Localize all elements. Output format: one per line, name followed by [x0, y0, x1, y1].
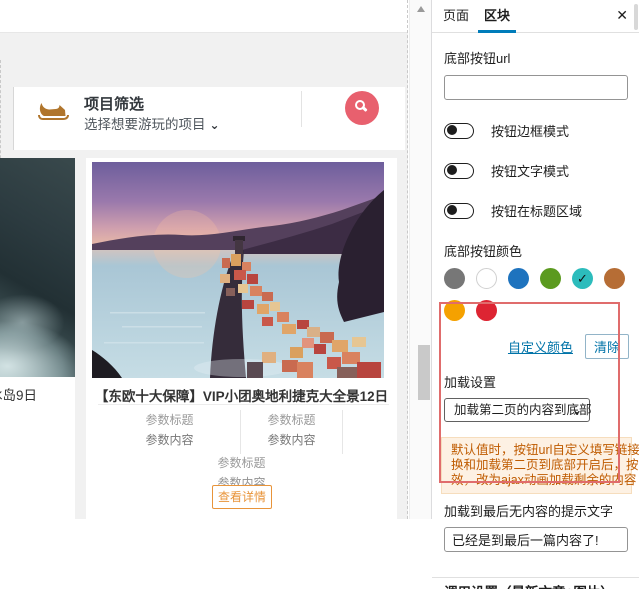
color-swatch-blue[interactable]: [508, 268, 529, 289]
load-settings-label: 加载设置: [444, 375, 497, 390]
toggle-row-title-area: 按钮在标题区域: [444, 201, 627, 220]
divider: [98, 404, 389, 405]
tour-photo-vernazza: [92, 162, 384, 378]
color-swatch-gray[interactable]: [444, 268, 465, 289]
no-more-content-input[interactable]: [444, 527, 628, 552]
color-swatch-orange[interactable]: [444, 300, 465, 321]
filter-title: 项目筛选: [84, 96, 145, 113]
canvas-right-boundary: [407, 0, 408, 519]
previous-block-area: [0, 0, 408, 33]
selected-check-icon: ✓: [577, 271, 588, 286]
sidebar-tabs: 页面 区块 ✕: [432, 0, 639, 33]
select-chevron-icon: ⌄: [571, 403, 582, 417]
color-swatch-green[interactable]: [540, 268, 561, 289]
text-mode-toggle[interactable]: [444, 162, 474, 179]
editor-canvas: 项目筛选 选择想要游玩的项目⌄ 冰岛9日: [0, 0, 408, 519]
next-section-header-clipped[interactable]: 调用设置（最新文章+图片）: [444, 581, 627, 589]
sled-icon: [38, 103, 69, 120]
param-cell: 参数标题 参数内容: [241, 410, 343, 454]
chevron-down-icon: ⌄: [209, 118, 220, 132]
sidebar-scrollbar-thumb[interactable]: [634, 4, 638, 30]
canvas-scrollbar[interactable]: [409, 0, 431, 519]
settings-sidebar: 页面 区块 ✕ 底部按钮url 按钮边框模式 按钮文字模式 按钮在标题区域 底部…: [431, 0, 639, 589]
color-swatches: ✓: [444, 268, 639, 332]
color-swatch-teal-selected[interactable]: ✓: [572, 268, 593, 289]
clear-color-button[interactable]: 清除: [584, 334, 629, 359]
color-swatch-red[interactable]: [476, 300, 497, 321]
param-grid: 参数标题 参数内容 参数标题 参数内容: [99, 410, 343, 454]
border-mode-toggle[interactable]: [444, 122, 474, 139]
toggle-row-text-mode: 按钮文字模式: [444, 161, 627, 180]
filter-subtitle[interactable]: 选择想要游玩的项目 ⌄: [84, 113, 220, 133]
bottom-button-url-input[interactable]: [444, 75, 628, 100]
tour-card-caption: 冰岛9日: [0, 388, 38, 403]
button-color-label: 底部按钮颜色: [444, 244, 523, 259]
tour-title: 【东欧十大保障】VIP小团奥地利捷克大全景12日: [94, 389, 389, 404]
bottom-button-url-label: 底部按钮url: [444, 51, 511, 66]
view-details-button[interactable]: 查看详情: [212, 485, 272, 509]
close-icon[interactable]: ✕: [616, 7, 628, 24]
no-more-content-label: 加载到最后无内容的提示文字: [444, 504, 614, 519]
toggle-row-border-mode: 按钮边框模式: [444, 121, 627, 140]
filter-bar-block[interactable]: 项目筛选 选择想要游玩的项目 ⌄: [13, 87, 405, 150]
scrollbar-thumb[interactable]: [418, 345, 430, 400]
title-area-toggle[interactable]: [444, 202, 474, 219]
color-swatch-brown[interactable]: [604, 268, 625, 289]
divider: [301, 91, 302, 127]
custom-color-link[interactable]: 自定义颜色: [508, 337, 573, 356]
tour-card-partial[interactable]: 冰岛9日: [0, 158, 75, 519]
load-notice-box: 默认值时，按钮url自定义填写链接，换一 换和加载第二页到底部开启后，按钮url…: [441, 437, 639, 494]
tab-page[interactable]: 页面: [437, 0, 475, 33]
search-icon: [355, 100, 365, 110]
search-button[interactable]: [345, 91, 379, 125]
tour-card-main[interactable]: 【东欧十大保障】VIP小团奥地利捷克大全景12日 参数标题 参数内容 参数标题 …: [86, 158, 397, 519]
tab-block[interactable]: 区块: [478, 0, 517, 33]
param-cell: 参数标题 参数内容: [99, 410, 241, 454]
scroll-up-icon[interactable]: [417, 6, 425, 12]
tour-photo-cliff: [0, 158, 75, 377]
color-actions-row: 自定义颜色 清除: [444, 334, 629, 359]
load-mode-select[interactable]: 加载第二页的内容到底部 ⌄: [444, 398, 592, 422]
color-swatch-white[interactable]: [476, 268, 497, 289]
section-divider: [432, 577, 639, 578]
